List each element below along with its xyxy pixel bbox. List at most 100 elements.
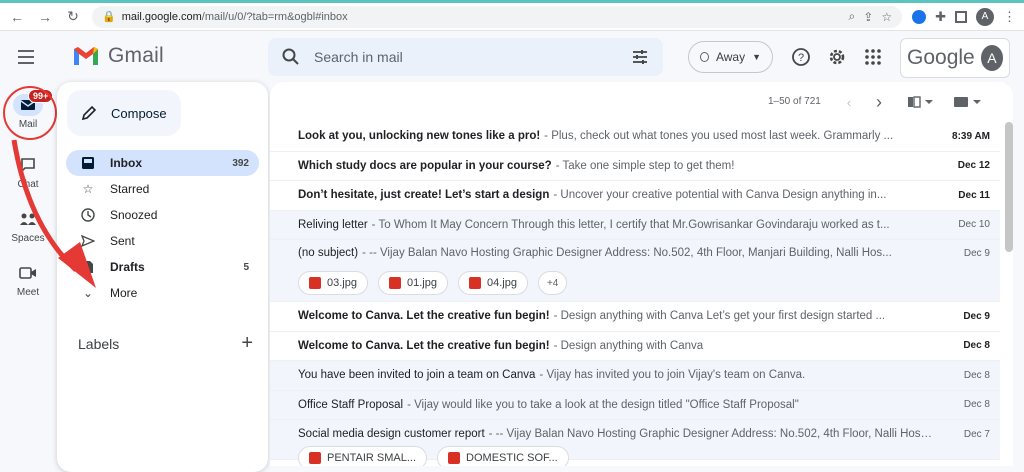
keyboard-icon[interactable] (953, 93, 983, 111)
older-chevron-right-icon[interactable]: › (870, 92, 888, 112)
email-snippet: - Take one simple step to get them! (555, 159, 735, 172)
help-icon[interactable]: ? (790, 46, 812, 68)
drafts-count: 5 (243, 261, 249, 273)
chevron-down-icon: ⌄ (82, 286, 94, 300)
rail-label: Spaces (11, 233, 45, 244)
zoom-icon[interactable]: ⌕ (849, 9, 856, 24)
more-attachments-chip[interactable]: +4 (537, 271, 568, 295)
compose-button[interactable]: Compose (67, 90, 181, 136)
google-account-box[interactable]: Google A (900, 38, 1010, 78)
account-avatar[interactable]: A (980, 45, 1003, 71)
email-subject: (no subject) (298, 247, 359, 259)
email-subject: Reliving letter (298, 218, 368, 231)
chevron-down-icon: ▼ (752, 52, 761, 62)
rail-meet[interactable]: Meet (0, 262, 56, 298)
nav-item-drafts[interactable]: Drafts 5 (66, 254, 259, 280)
nav-item-sent[interactable]: Sent (66, 228, 259, 254)
email-date: Dec 7 (963, 428, 990, 440)
attachment-chip[interactable]: DOMESTIC SOF... (437, 446, 569, 466)
attachment-name: PENTAIR SMAL... (327, 452, 417, 464)
chat-icon (13, 154, 43, 176)
profile-avatar[interactable]: A (976, 7, 994, 26)
email-snippet: - To Whom It May Concern Through this le… (371, 218, 890, 231)
pdf-file-icon (309, 452, 321, 464)
browser-toolbar: ← → ↻ 🔒 mail.google.com/mail/u/0/?tab=rm… (0, 3, 1024, 31)
email-subject: Look at you, unlocking new tones like a … (298, 130, 541, 143)
gmail-logo[interactable]: Gmail (72, 44, 164, 68)
main-menu-icon[interactable] (18, 46, 40, 68)
search-options-icon[interactable] (631, 48, 649, 66)
extension-icon[interactable] (912, 9, 927, 24)
attachment-chips: 03.jpg 01.jpg 04.jpg +4 (298, 271, 990, 295)
rail-label: Chat (17, 179, 39, 190)
search-icon[interactable] (282, 48, 300, 66)
image-file-icon (309, 277, 321, 289)
email-row[interactable]: Welcome to Canva. Let the creative fun b… (270, 302, 1000, 332)
settings-gear-icon[interactable] (826, 46, 848, 68)
pencil-icon (81, 105, 97, 121)
back-icon[interactable]: ← (8, 8, 26, 26)
nav-item-inbox[interactable]: Inbox 392 (66, 150, 259, 176)
status-ring-icon (700, 52, 709, 62)
nav-label: More (110, 286, 138, 300)
email-row[interactable]: Look at you, unlocking new tones like a … (270, 122, 1000, 152)
newer-chevron-left-icon[interactable]: ‹ (840, 93, 858, 111)
email-date: Dec 8 (963, 369, 990, 381)
inbox-icon (80, 155, 96, 171)
email-subject: You have been invited to join a team on … (298, 369, 536, 382)
address-bar[interactable]: 🔒 mail.google.com/mail/u/0/?tab=rm&ogbl#… (92, 5, 903, 28)
add-label-plus-icon[interactable]: + (241, 332, 253, 355)
forward-icon[interactable]: → (36, 8, 54, 26)
status-dropdown[interactable]: Away ▼ (688, 41, 773, 73)
mail-list-pane: 1–50 of 721 ‹ › Look at you, unlocking n… (270, 82, 1013, 466)
email-date: Dec 10 (958, 219, 990, 231)
image-file-icon (468, 277, 481, 289)
email-snippet: - Vijay has invited you to join Vijay's … (539, 369, 806, 382)
attachment-chip[interactable]: 04.jpg (457, 271, 528, 295)
email-subject: Welcome to Canva. Let the creative fun b… (298, 310, 550, 323)
email-subject: Welcome to Canva. Let the creative fun b… (298, 339, 550, 352)
nav-label: Starred (110, 182, 150, 196)
email-row[interactable]: Reliving letter - To Whom It May Concern… (270, 210, 1000, 240)
email-snippet: - Design anything with Canva (553, 339, 704, 352)
attachment-chip[interactable]: PENTAIR SMAL... (298, 446, 428, 466)
rail-spaces[interactable]: Spaces (0, 208, 56, 244)
nav-item-starred[interactable]: ☆ Starred (66, 176, 259, 202)
email-row[interactable]: Don’t hesitate, just create! Let’s start… (270, 181, 1000, 211)
kebab-menu-icon[interactable]: ⋮ (1003, 9, 1016, 25)
folder-list: Inbox 392 ☆ Starred Snoozed Sent Drafts … (66, 150, 259, 306)
email-date: Dec 9 (963, 310, 990, 322)
apps-grid-icon[interactable] (862, 46, 884, 68)
split-pane-icon[interactable] (906, 93, 936, 111)
reload-icon[interactable]: ↻ (64, 8, 82, 26)
bookmark-star-icon[interactable]: ☆ (881, 10, 892, 24)
email-subject: Don’t hesitate, just create! Let’s start… (298, 189, 550, 202)
nav-item-snoozed[interactable]: Snoozed (66, 202, 259, 228)
inbox-count: 392 (232, 157, 249, 169)
rail-chat[interactable]: Chat (0, 154, 56, 190)
nav-label: Drafts (110, 260, 145, 274)
puzzle-icon[interactable]: ✚ (935, 9, 946, 25)
search-input[interactable] (314, 49, 617, 65)
email-row[interactable]: Office Staff Proposal - Vijay would like… (270, 390, 1000, 420)
url-host: mail.google.com (121, 10, 202, 23)
email-row[interactable]: (no subject) - -- Vijay Balan Navo Hosti… (270, 240, 1000, 302)
gmail-wordmark: Gmail (108, 44, 164, 67)
status-label: Away (715, 50, 746, 64)
sidepanel-icon[interactable] (955, 10, 967, 23)
scrollbar-thumb[interactable] (1005, 122, 1013, 252)
image-file-icon (388, 277, 401, 289)
clock-icon (80, 207, 96, 223)
email-date: Dec 8 (963, 340, 990, 352)
search-bar[interactable] (268, 38, 663, 76)
nav-item-more[interactable]: ⌄ More (66, 280, 259, 306)
attachment-chip[interactable]: 03.jpg (298, 271, 368, 295)
send-icon (80, 233, 96, 249)
email-date: 8:39 AM (952, 130, 990, 142)
email-row[interactable]: You have been invited to join a team on … (270, 361, 1000, 391)
email-row[interactable]: Social media design customer report - --… (270, 420, 1000, 466)
attachment-chip[interactable]: 01.jpg (377, 271, 448, 295)
email-row[interactable]: Which study docs are popular in your cou… (270, 151, 1000, 181)
email-row[interactable]: Welcome to Canva. Let the creative fun b… (270, 331, 1000, 361)
share-icon[interactable]: ⇪ (863, 10, 873, 24)
